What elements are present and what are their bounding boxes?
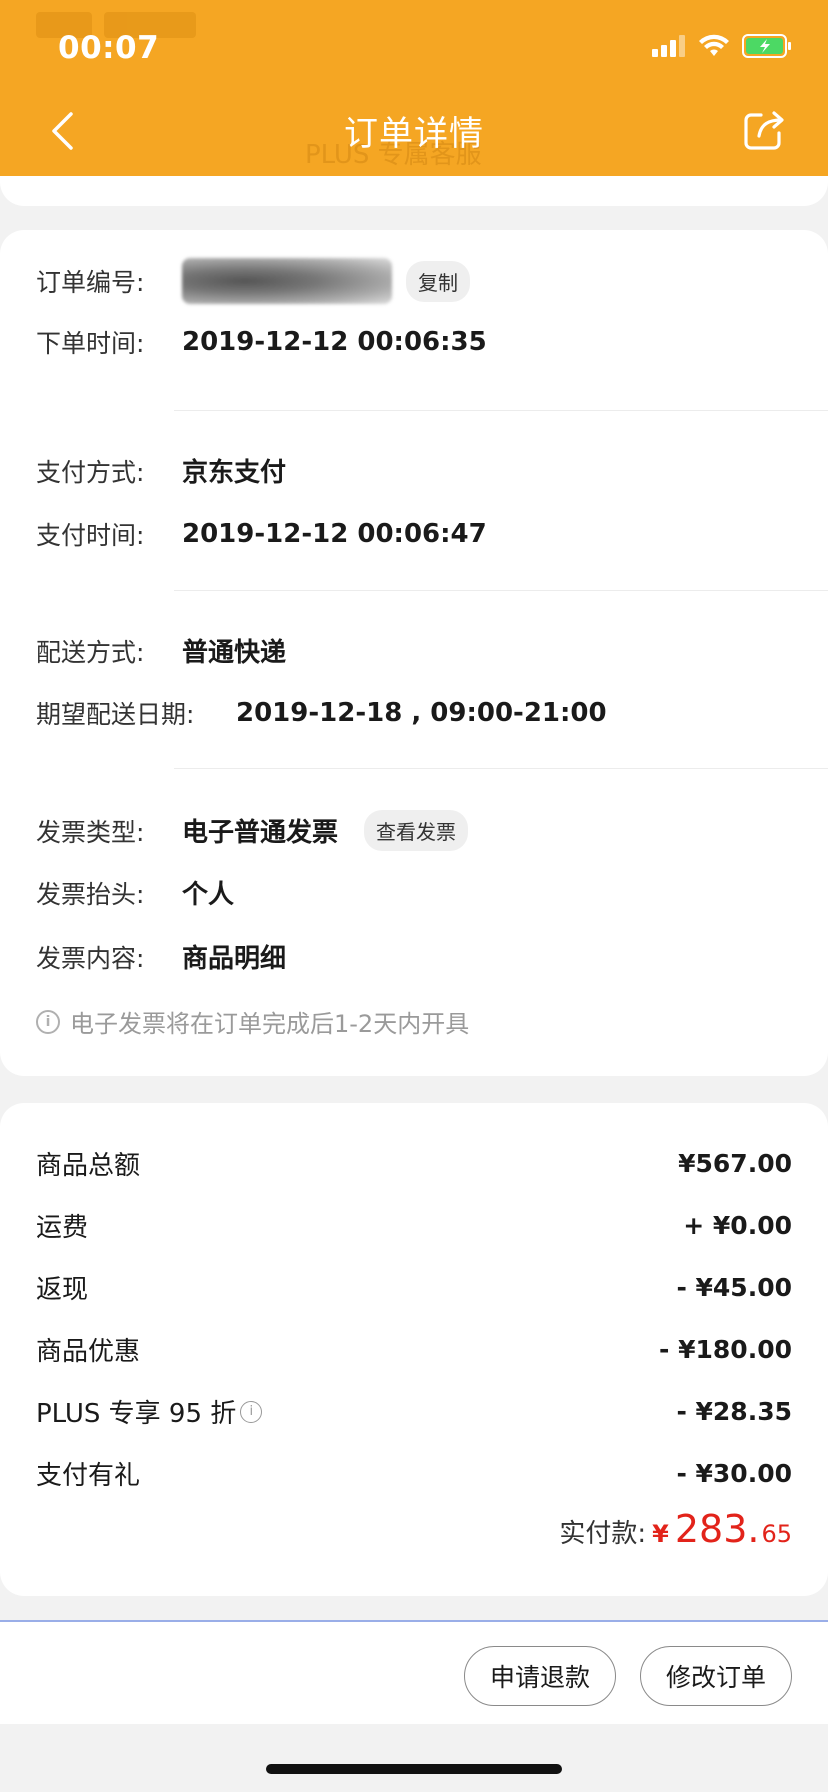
- page-title: 订单详情: [344, 114, 484, 154]
- payment-method-value: 京东支付: [182, 458, 287, 488]
- order-number-row: 订单编号: 复制: [36, 258, 470, 304]
- total-currency: ¥: [652, 1520, 669, 1548]
- signal-icon: [652, 35, 685, 57]
- invoice-type-value: 电子普通发票: [182, 818, 339, 848]
- price-row: 商品优惠 - ¥180.00: [36, 1331, 792, 1368]
- invoice-type-row: 发票类型: 电子普通发票 查看发票: [36, 810, 469, 851]
- battery-icon: [742, 34, 791, 58]
- price-row: 商品总额 ¥567.00: [36, 1145, 792, 1182]
- price-row: 返现 - ¥45.00: [36, 1269, 792, 1306]
- delivery-method-row: 配送方式: 普通快递: [36, 632, 286, 669]
- copy-button[interactable]: 复制: [406, 260, 470, 302]
- divider: [174, 768, 828, 769]
- invoice-content-label: 发票内容:: [36, 943, 145, 973]
- price-amount: ¥567.00: [678, 1149, 792, 1178]
- price-label: 商品优惠: [36, 1337, 141, 1367]
- view-invoice-button[interactable]: 查看发票: [364, 810, 469, 851]
- payment-time-value: 2019-12-12 00:06:47: [182, 519, 487, 549]
- info-icon: i: [36, 1009, 60, 1034]
- share-button[interactable]: [740, 106, 788, 154]
- payment-method-row: 支付方式: 京东支付: [36, 452, 286, 489]
- invoice-content-value: 商品明细: [182, 944, 287, 974]
- invoice-title-label: 发票抬头:: [36, 879, 145, 909]
- price-amount: - ¥180.00: [659, 1335, 792, 1364]
- price-label: PLUS 专享 95 折: [36, 1399, 237, 1429]
- order-time-value: 2019-12-12 00:06:35: [182, 327, 487, 357]
- divider: [174, 410, 828, 411]
- info-icon[interactable]: i: [240, 1400, 263, 1423]
- payment-time-label: 支付时间:: [36, 521, 145, 550]
- delivery-method-value: 普通快递: [182, 638, 287, 668]
- delivery-date-row: 期望配送日期: 2019-12-18 , 09:00-21:00: [36, 695, 607, 731]
- divider: [174, 590, 828, 591]
- delivery-method-label: 配送方式:: [36, 637, 145, 667]
- price-label: 返现: [36, 1275, 89, 1305]
- order-number-label: 订单编号:: [36, 268, 145, 297]
- delivery-date-label: 期望配送日期:: [36, 700, 195, 729]
- price-row: 运费 + ¥0.00: [36, 1207, 792, 1244]
- price-amount: + ¥0.00: [683, 1211, 792, 1240]
- price-amount: - ¥45.00: [676, 1273, 792, 1302]
- plus-discount-label-group: PLUS 专享 95 折 i: [36, 1393, 263, 1430]
- nav-header: 00:07 PLUS 专属客服 订单详情: [0, 0, 828, 176]
- price-card: 商品总额 ¥567.00 运费 + ¥0.00 返现 - ¥45.00 商品优惠…: [0, 1103, 828, 1596]
- status-icons: [652, 34, 792, 58]
- wifi-icon: [699, 34, 729, 56]
- share-icon: [744, 111, 784, 150]
- modify-order-button[interactable]: 修改订单: [640, 1646, 792, 1706]
- price-amount: - ¥30.00: [676, 1459, 792, 1488]
- order-time-row: 下单时间: 2019-12-12 00:06:35: [36, 324, 487, 360]
- price-label: 支付有礼: [36, 1461, 141, 1491]
- order-info-card: 订单编号: 复制 下单时间: 2019-12-12 00:06:35 支付方式:…: [0, 230, 828, 1076]
- payment-method-label: 支付方式:: [36, 457, 145, 487]
- total-integer: 283.: [674, 1507, 760, 1551]
- total-decimal: 65: [761, 1520, 792, 1548]
- price-row: 支付有礼 - ¥30.00: [36, 1455, 792, 1492]
- invoice-title-row: 发票抬头: 个人: [36, 874, 234, 911]
- refund-button[interactable]: 申请退款: [464, 1646, 616, 1706]
- order-number-redacted: [182, 258, 392, 304]
- home-indicator: [266, 1764, 562, 1774]
- price-label: 商品总额: [36, 1151, 141, 1181]
- status-time: 00:07: [58, 30, 160, 66]
- bottom-action-bar: 申请退款 修改订单: [0, 1620, 828, 1724]
- invoice-notice-text: 电子发票将在订单完成后1-2天内开具: [70, 1010, 470, 1038]
- price-label: 运费: [36, 1213, 89, 1243]
- invoice-type-label: 发票类型:: [36, 817, 145, 847]
- total-label: 实付款:: [559, 1519, 647, 1549]
- price-amount: - ¥28.35: [676, 1397, 792, 1426]
- invoice-title-value: 个人: [182, 880, 235, 910]
- delivery-date-value: 2019-12-18 , 09:00-21:00: [236, 698, 607, 728]
- order-time-label: 下单时间:: [36, 329, 145, 358]
- price-row: PLUS 专享 95 折 i - ¥28.35: [36, 1393, 792, 1430]
- total-row: 实付款: ¥ 283. 65: [559, 1507, 792, 1551]
- invoice-content-row: 发票内容: 商品明细: [36, 938, 286, 975]
- payment-time-row: 支付时间: 2019-12-12 00:06:47: [36, 516, 487, 552]
- invoice-notice: i 电子发票将在订单完成后1-2天内开具: [36, 1004, 469, 1039]
